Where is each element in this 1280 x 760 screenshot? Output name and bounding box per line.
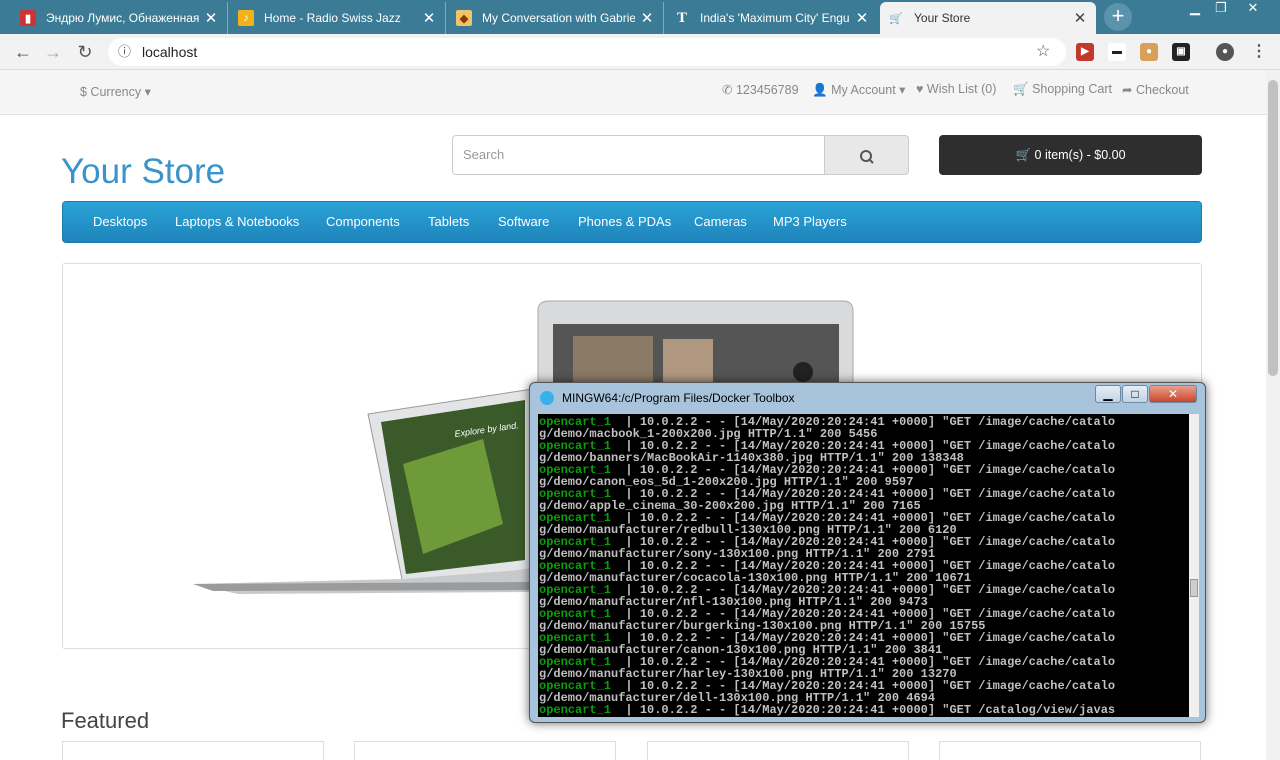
menu-item-phones[interactable]: Phones & PDAs xyxy=(578,202,671,242)
address-bar[interactable]: ⓘ localhost ☆ xyxy=(108,38,1066,66)
product-card[interactable] xyxy=(647,741,909,760)
close-icon[interactable]: ✕ xyxy=(203,9,219,27)
product-card[interactable] xyxy=(62,741,324,760)
phone-link[interactable]: ✆ 123456789 xyxy=(722,82,799,97)
menu-item-desktops[interactable]: Desktops xyxy=(93,202,147,242)
account-label: My Account xyxy=(831,83,896,97)
browser-tab[interactable]: ▮ Эндрю Лумис, Обнаженная ✕ xyxy=(12,2,228,34)
shopping-cart-link[interactable]: 🛒 Shopping Cart xyxy=(1013,82,1112,97)
close-icon[interactable]: ✕ xyxy=(1072,9,1088,27)
close-icon[interactable]: ✕ xyxy=(854,9,870,27)
scrollbar-thumb[interactable] xyxy=(1268,80,1278,376)
window-close-icon[interactable]: ✕ xyxy=(1236,0,1270,18)
browser-tab[interactable]: ◆ My Conversation with Gabrie ✕ xyxy=(448,2,664,34)
tab-title: Эндрю Лумис, Обнаженная xyxy=(46,11,199,25)
store-logo[interactable]: Your Store xyxy=(61,152,225,192)
phone-label: 123456789 xyxy=(735,83,799,97)
bookmark-star-icon[interactable]: ☆ xyxy=(1036,38,1050,66)
cart-button[interactable]: 🛒 0 item(s) - $0.00 xyxy=(939,135,1202,175)
terminal-maximize-icon[interactable]: □ xyxy=(1122,385,1148,403)
browser-tab[interactable]: T India's 'Maximum City' Engul ✕ xyxy=(666,2,878,34)
user-icon: 👤 xyxy=(812,83,828,97)
phone-icon: ✆ xyxy=(722,83,733,97)
wishlist-link[interactable]: ♥ Wish List (0) xyxy=(916,82,996,96)
menu-item-laptops[interactable]: Laptops & Notebooks xyxy=(175,202,299,242)
store-top-bar: $ Currency ▾ ✆ 123456789 👤 My Account ▾ … xyxy=(0,70,1266,115)
restore-icon[interactable]: ❐ xyxy=(1208,0,1234,18)
menu-kebab-icon[interactable]: ⋮ xyxy=(1250,43,1268,61)
forward-icon[interactable]: → xyxy=(38,34,68,70)
tab-title: Home - Radio Swiss Jazz xyxy=(264,11,401,25)
caret-down-icon: ▾ xyxy=(144,85,151,99)
share-icon: ➦ xyxy=(1122,83,1133,97)
minimize-icon[interactable]: ▁ xyxy=(1182,0,1208,18)
reload-icon[interactable]: ↻ xyxy=(70,34,100,70)
close-icon[interactable]: ✕ xyxy=(639,9,655,27)
ru-site-icon: ▮ xyxy=(20,10,36,26)
terminal-window[interactable]: MINGW64:/c/Program Files/Docker Toolbox … xyxy=(529,382,1206,723)
menu-item-cameras[interactable]: Cameras xyxy=(694,202,747,242)
currency-dropdown[interactable]: $ Currency ▾ xyxy=(80,84,151,99)
terminal-title: MINGW64:/c/Program Files/Docker Toolbox xyxy=(562,391,795,405)
pdf-extension-icon[interactable]: ▶ xyxy=(1076,43,1094,61)
product-card[interactable] xyxy=(354,741,616,760)
terminal-minimize-icon[interactable]: ▁ xyxy=(1095,385,1121,403)
info-icon: ⓘ xyxy=(118,44,132,59)
terminal-scrollbar-thumb[interactable] xyxy=(1190,579,1198,597)
browser-tab[interactable]: ♪ Home - Radio Swiss Jazz ✕ xyxy=(230,2,446,34)
tab-title: My Conversation with Gabrie xyxy=(482,11,635,25)
heart-icon: ♥ xyxy=(916,82,924,96)
search-button[interactable] xyxy=(824,135,909,175)
featured-heading: Featured xyxy=(61,708,150,733)
cookie-extension-icon[interactable]: ● xyxy=(1140,43,1158,61)
browser-tab-active[interactable]: 🛒 Your Store ✕ xyxy=(880,2,1096,34)
menu-item-software[interactable]: Software xyxy=(498,202,549,242)
cart-label: Shopping Cart xyxy=(1032,82,1112,96)
terminal-line: opencart_1 | 10.0.2.2 - - [14/May/2020:2… xyxy=(539,703,1116,717)
account-dropdown[interactable]: 👤 My Account ▾ xyxy=(812,82,905,98)
terminal-scrollbar[interactable] xyxy=(1189,414,1199,717)
cart-button-label: 0 item(s) - $0.00 xyxy=(1034,148,1126,162)
new-tab-button[interactable]: + xyxy=(1104,3,1132,31)
conversation-icon: ◆ xyxy=(456,10,472,26)
address-text: localhost xyxy=(142,44,198,60)
category-menu: Desktops Laptops & Notebooks Components … xyxy=(62,201,1202,243)
menu-item-components[interactable]: Components xyxy=(326,202,400,242)
extension-icon[interactable]: ▣ xyxy=(1172,43,1190,61)
search-input[interactable]: Search xyxy=(452,135,825,175)
page-scrollbar[interactable] xyxy=(1266,70,1280,760)
mintty-icon xyxy=(540,391,554,405)
menu-item-tablets[interactable]: Tablets xyxy=(428,202,469,242)
menu-item-mp3[interactable]: MP3 Players xyxy=(773,202,847,242)
search-icon xyxy=(860,150,874,164)
checkout-link[interactable]: ➦ Checkout xyxy=(1122,82,1189,97)
radio-jazz-icon: ♪ xyxy=(238,10,254,26)
browser-tab-bar: ▮ Эндрю Лумис, Обнаженная ✕ ♪ Home - Rad… xyxy=(0,0,1280,34)
glasses-extension-icon[interactable]: ▬ xyxy=(1108,43,1126,61)
checkout-label: Checkout xyxy=(1135,83,1189,97)
caret-down-icon: ▾ xyxy=(899,83,906,97)
product-card[interactable] xyxy=(939,741,1201,760)
cart-icon: 🛒 xyxy=(1015,148,1032,162)
currency-label: $ Currency xyxy=(80,85,142,99)
cart-icon: 🛒 xyxy=(1013,82,1029,96)
close-icon[interactable]: ✕ xyxy=(421,9,437,27)
back-icon[interactable]: ← xyxy=(8,34,38,70)
profile-avatar-icon[interactable]: ● xyxy=(1216,43,1234,61)
terminal-close-icon[interactable]: ✕ xyxy=(1149,385,1197,403)
tab-title: India's 'Maximum City' Engul xyxy=(700,11,850,25)
tab-title: Your Store xyxy=(914,11,971,25)
wishlist-label: Wish List (0) xyxy=(926,82,997,96)
cart-icon: 🛒 xyxy=(889,12,903,25)
terminal-output[interactable]: opencart_1 | 10.0.2.2 - - [14/May/2020:2… xyxy=(538,414,1189,717)
container-prefix: opencart_1 xyxy=(539,703,612,717)
nyt-icon: T xyxy=(676,9,687,26)
